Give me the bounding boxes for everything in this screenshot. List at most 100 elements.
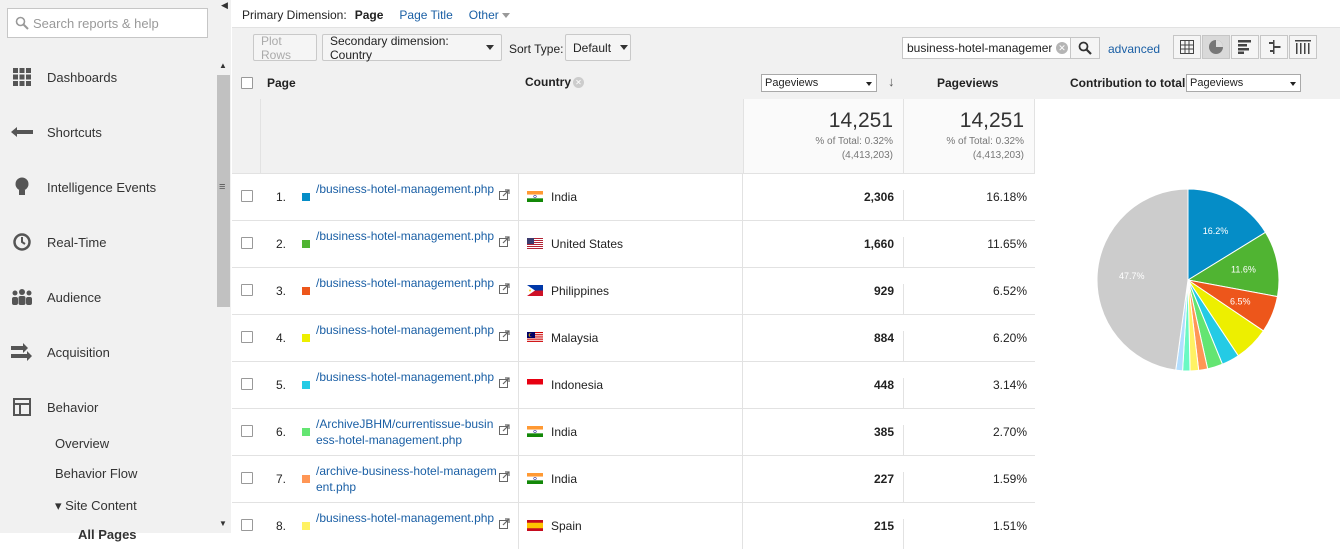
page-link[interactable]: /business-hotel-management.php: [316, 322, 498, 338]
country-name[interactable]: India: [551, 425, 577, 439]
page-link[interactable]: /ArchiveJBHM/currentissue-business-hotel…: [316, 416, 498, 448]
page-link[interactable]: /business-hotel-management.php: [316, 228, 498, 244]
country-name[interactable]: United States: [551, 237, 623, 251]
open-external-icon[interactable]: [499, 377, 510, 388]
view-bar-button[interactable]: [1231, 35, 1259, 59]
page-link[interactable]: /business-hotel-management.php: [316, 181, 498, 197]
nav-all-pages[interactable]: All Pages: [78, 527, 137, 542]
table-filter-input[interactable]: [907, 41, 1052, 55]
nav-shortcuts[interactable]: Shortcuts: [0, 115, 216, 149]
open-external-icon[interactable]: [499, 518, 510, 529]
country-cell: Spain: [518, 503, 743, 549]
view-term-cloud-button[interactable]: [1289, 35, 1317, 59]
search-input[interactable]: [33, 14, 203, 32]
row-number: 2.: [276, 237, 287, 251]
open-external-icon[interactable]: [499, 236, 510, 247]
view-table-button[interactable]: [1173, 35, 1201, 59]
metric-select[interactable]: Pageviews: [761, 74, 877, 92]
nav-dashboards[interactable]: Dashboards: [0, 60, 216, 94]
contribution-percent: 6.52%: [903, 284, 1035, 314]
country-cell: Malaysia: [518, 315, 743, 361]
nav-audience[interactable]: Audience: [0, 280, 216, 314]
us-flag-icon: [527, 238, 543, 249]
row-color-swatch: [302, 287, 310, 295]
total-percent: % of Total: 0.32% (4,413,203): [815, 135, 893, 163]
remove-dimension-icon[interactable]: ✕: [573, 77, 584, 88]
page-link[interactable]: /archive-business-hotel-management.php: [316, 463, 498, 495]
row-checkbox[interactable]: [241, 190, 253, 202]
country-name[interactable]: India: [551, 472, 577, 486]
country-name[interactable]: Indonesia: [551, 378, 603, 392]
nav-intelligence-events[interactable]: Intelligence Events: [0, 170, 216, 204]
select-all-checkbox[interactable]: [241, 77, 253, 89]
page-link[interactable]: /business-hotel-management.php: [316, 510, 498, 526]
collapse-sidebar-icon[interactable]: ◀: [221, 0, 231, 10]
dimension-page-title[interactable]: Page Title: [399, 8, 452, 22]
nav-real-time[interactable]: Real-Time: [0, 225, 216, 259]
sort-descending-icon[interactable]: ↓: [888, 74, 895, 89]
nav-behavior-overview[interactable]: Overview: [55, 436, 109, 451]
table-toolbar: Plot Rows Secondary dimension: Country S…: [232, 27, 1340, 66]
country-name[interactable]: India: [551, 190, 577, 204]
chevron-down-icon: [866, 82, 872, 86]
india-flag-icon: [527, 473, 543, 484]
country-name[interactable]: Malaysia: [551, 331, 598, 345]
nav-behavior[interactable]: Behavior: [0, 390, 216, 424]
plot-rows-button[interactable]: Plot Rows: [253, 33, 317, 62]
row-checkbox[interactable]: [241, 519, 253, 531]
row-checkbox[interactable]: [241, 331, 253, 343]
scroll-down-arrow-icon[interactable]: ▼: [219, 519, 227, 528]
clear-filter-icon[interactable]: ✕: [1056, 42, 1068, 54]
page-link[interactable]: /business-hotel-management.php: [316, 275, 498, 291]
nav-site-content[interactable]: ▾ Site Content: [55, 498, 137, 514]
page-link[interactable]: /business-hotel-management.php: [316, 369, 498, 385]
open-external-icon[interactable]: [499, 330, 510, 341]
malaysia-flag-icon: [527, 332, 543, 343]
nav-acquisition[interactable]: Acquisition: [0, 335, 216, 369]
chevron-down-icon: [486, 45, 494, 50]
table-filter-box[interactable]: ✕: [902, 37, 1072, 59]
country-name[interactable]: Spain: [551, 519, 582, 533]
dimension-page[interactable]: Page: [355, 8, 384, 22]
sidebar: Dashboards Shortcuts Intelligence Events…: [0, 0, 231, 542]
resize-grip-icon[interactable]: ≡: [219, 182, 225, 193]
advanced-filter-link[interactable]: advanced: [1108, 42, 1160, 56]
view-pie-button[interactable]: [1202, 35, 1230, 59]
row-number: 3.: [276, 284, 287, 298]
nav-label: Shortcuts: [47, 124, 102, 140]
row-number: 1.: [276, 190, 287, 204]
row-checkbox[interactable]: [241, 284, 253, 296]
nav-behavior-flow[interactable]: Behavior Flow: [55, 466, 137, 481]
search-reports-box[interactable]: [7, 8, 208, 38]
header-pageviews[interactable]: Pageviews: [937, 76, 998, 90]
table-row: 4. /business-hotel-management.php Malays…: [232, 314, 1035, 361]
filter-search-button[interactable]: [1070, 37, 1100, 59]
plot-rows-label: Plot Rows: [261, 33, 292, 62]
dimension-other[interactable]: Other: [469, 8, 510, 22]
contribution-pie-chart: 16.2% 11.6% 6.5% 47.7%: [1036, 66, 1340, 533]
pie-chart-svg: 16.2% 11.6% 6.5% 47.7%: [1096, 188, 1280, 372]
scroll-up-arrow-icon[interactable]: ▲: [219, 61, 227, 70]
open-external-icon[interactable]: [499, 189, 510, 200]
row-checkbox[interactable]: [241, 237, 253, 249]
total-value: 14,251: [828, 109, 893, 132]
totals-row: 14,251 % of Total: 0.32% (4,413,203) 14,2…: [232, 99, 1035, 173]
open-external-icon[interactable]: [499, 424, 510, 435]
row-checkbox[interactable]: [241, 425, 253, 437]
acquisition-icon: [11, 341, 33, 363]
open-external-icon[interactable]: [499, 283, 510, 294]
open-external-icon[interactable]: [499, 471, 510, 482]
sort-type-dropdown[interactable]: Default: [565, 34, 631, 61]
country-name[interactable]: Philippines: [551, 284, 609, 298]
secondary-dimension-dropdown[interactable]: Secondary dimension: Country: [322, 34, 502, 62]
nav-label: Acquisition: [47, 344, 110, 360]
row-checkbox[interactable]: [241, 378, 253, 390]
header-page[interactable]: Page: [267, 76, 296, 90]
header-country[interactable]: Country: [525, 75, 571, 89]
total-pageviews-metric: 14,251 % of Total: 0.32% (4,413,203): [743, 99, 903, 173]
row-number: 5.: [276, 378, 287, 392]
dimension-other-label: Other: [468, 8, 499, 22]
row-checkbox[interactable]: [241, 472, 253, 484]
view-comparison-button[interactable]: [1260, 35, 1288, 59]
row-color-swatch: [302, 428, 310, 436]
